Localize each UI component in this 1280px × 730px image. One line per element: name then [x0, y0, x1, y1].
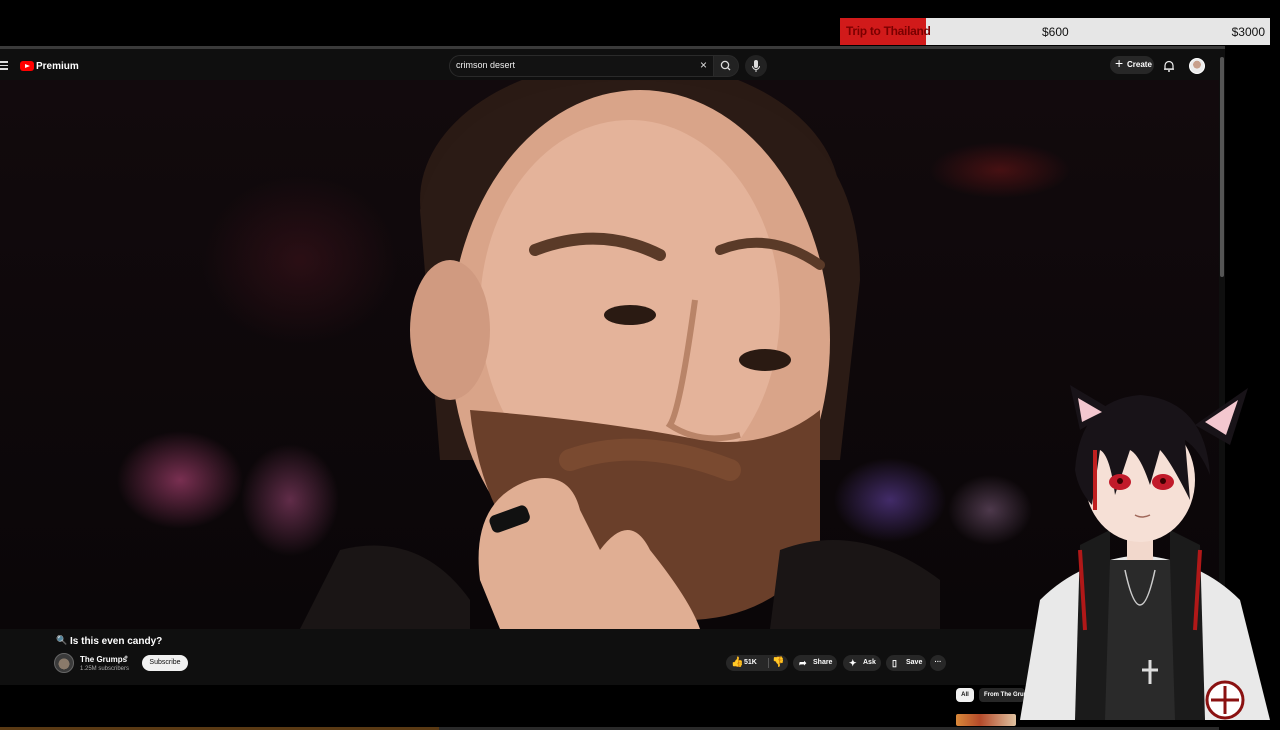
microphone-icon: [752, 60, 760, 72]
bookmark-icon: ▯: [892, 658, 897, 668]
goal-name: Trip to Thailand: [846, 24, 931, 38]
account-avatar[interactable]: [1189, 58, 1205, 74]
divider: [768, 658, 769, 668]
chip-all[interactable]: All: [956, 688, 974, 702]
magnifier-emoji-icon: 🔍: [56, 635, 68, 645]
vtuber-avatar: [1020, 385, 1270, 720]
brand-label[interactable]: Premium: [36, 61, 79, 72]
create-label: Create: [1127, 60, 1152, 69]
sparkle-icon: ✦: [849, 658, 857, 668]
video-title: Is this even candy?: [70, 636, 163, 647]
thumbs-up-icon[interactable]: 👍: [731, 655, 743, 671]
channel-name[interactable]: The Grumps: [80, 655, 127, 664]
masthead: Premium crimson desert × + Create: [0, 52, 1225, 80]
search-input[interactable]: crimson desert: [456, 60, 515, 70]
hamburger-menu-icon[interactable]: [0, 61, 8, 70]
plus-icon: +: [1115, 55, 1124, 71]
close-icon[interactable]: ×: [700, 58, 707, 72]
search-icon: [720, 60, 731, 71]
subscriber-count: 1.25M subscribers: [80, 666, 130, 672]
create-button[interactable]: + Create: [1110, 55, 1154, 74]
share-label: Share: [813, 659, 833, 666]
save-label: Save: [906, 659, 923, 666]
donation-goal-bar: Trip to Thailand $600 $3000: [840, 18, 1270, 45]
youtube-logo-icon[interactable]: [20, 61, 34, 71]
voice-search-button[interactable]: [745, 55, 767, 77]
ask-label: Ask: [863, 659, 876, 666]
scrollbar-thumb[interactable]: [1220, 57, 1224, 277]
goal-target-amount: $3000: [1231, 25, 1265, 39]
search-button[interactable]: [713, 55, 739, 77]
share-arrow-icon: ➦: [799, 658, 807, 668]
more-actions-button[interactable]: ···: [930, 655, 946, 671]
ask-button[interactable]: ✦ Ask: [843, 655, 881, 671]
subscribe-button[interactable]: Subscribe: [142, 655, 188, 671]
verified-check-icon: ●: [124, 654, 129, 661]
video-frame-person: [300, 80, 940, 629]
more-dots-icon: ···: [934, 659, 942, 666]
channel-avatar[interactable]: [54, 653, 74, 673]
goal-current-amount: $600: [1042, 25, 1069, 39]
bell-icon[interactable]: [1162, 59, 1176, 73]
thumbs-down-icon[interactable]: 👎: [772, 655, 784, 671]
save-button[interactable]: ▯ Save: [886, 655, 926, 671]
like-dislike-group[interactable]: 👍 51K 👎: [726, 655, 788, 671]
like-count: 51K: [744, 659, 757, 666]
search-box[interactable]: crimson desert ×: [449, 55, 715, 77]
share-button[interactable]: ➦ Share: [793, 655, 837, 671]
